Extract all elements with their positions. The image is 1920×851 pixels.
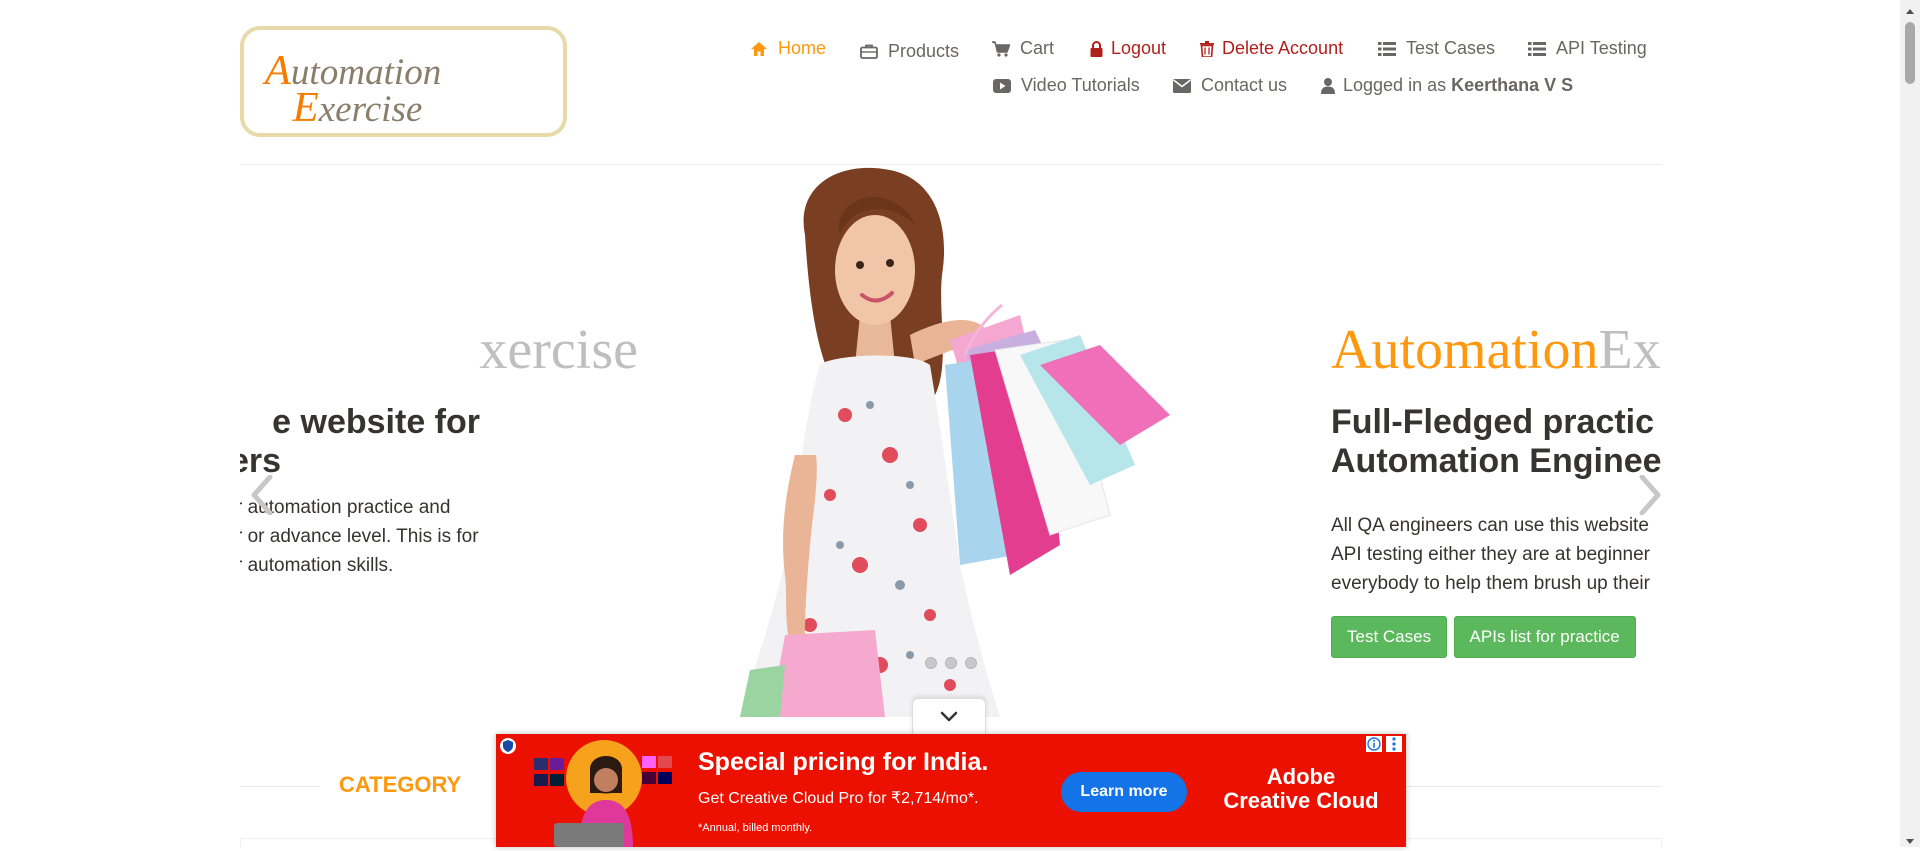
nav-cart[interactable]: Cart (992, 38, 1054, 59)
scrollbar-thumb[interactable] (1905, 22, 1915, 84)
nav-contact-us-label: Contact us (1201, 75, 1288, 95)
category-panel (240, 838, 498, 847)
next-slide-paragraph: All QA engineers can use this website AP… (1331, 511, 1662, 598)
nav-logout-label: Logout (1111, 38, 1167, 58)
ad-learn-more-button[interactable]: Learn more (1061, 772, 1187, 812)
nav-api-testing-label: API Testing (1556, 38, 1647, 58)
envelope-icon (1173, 77, 1191, 95)
test-cases-button[interactable]: Test Cases (1331, 616, 1448, 658)
nav-home[interactable]: Home (750, 38, 826, 59)
hero-woman-image (740, 167, 1170, 717)
next-slide-p-line1: All QA engineers can use this website (1331, 515, 1649, 536)
home-icon (750, 40, 768, 58)
carousel-next-slide: AutomationEx Full-Fledged practic Automa… (1331, 315, 1662, 658)
nav-home-label: Home (778, 38, 827, 58)
apis-list-button[interactable]: APIs list for practice (1453, 616, 1636, 658)
hero-carousel: xercise e website for ers r automation p… (240, 165, 1662, 717)
cart-icon (992, 40, 1010, 58)
nav-logged-in: Logged in as Keerthana V S (1321, 75, 1573, 96)
ad-collapse-button[interactable] (912, 698, 986, 735)
carousel-dot-1[interactable] (925, 657, 937, 669)
briefcase-icon (860, 43, 878, 61)
site-logo[interactable]: Automation Exercise (240, 26, 567, 137)
next-slide-p-line2: API testing either they are at beginner (1331, 544, 1650, 565)
nav-video-tutorials-label: Video Tutorials (1021, 75, 1140, 95)
scroll-up-arrow-icon[interactable] (1905, 4, 1915, 14)
ad-person-image (534, 740, 672, 847)
next-slide-brand-a: Automation (1331, 319, 1599, 381)
nav-products[interactable]: Products (860, 41, 959, 62)
nav-api-testing[interactable]: API Testing (1528, 38, 1647, 59)
nav-delete-account-label: Delete Account (1222, 38, 1344, 58)
scroll-down-arrow-icon[interactable] (1905, 833, 1915, 844)
category-title: CATEGORY (339, 772, 462, 797)
nav-video-tutorials[interactable]: Video Tutorials (993, 75, 1140, 96)
ad-title: Special pricing for India. (698, 748, 989, 776)
carousel-indicators (925, 657, 977, 669)
ad-privacy-icon[interactable] (500, 738, 516, 754)
nav-test-cases[interactable]: Test Cases (1378, 38, 1495, 59)
user-icon (1321, 77, 1335, 95)
nav-test-cases-label: Test Cases (1406, 38, 1496, 58)
carousel-dot-3[interactable] (965, 657, 977, 669)
logo-line1: Automation (262, 47, 442, 94)
ad-info-icon[interactable] (1366, 736, 1382, 752)
nav-cart-label: Cart (1020, 38, 1055, 58)
nav-contact-us[interactable]: Contact us (1173, 75, 1287, 96)
nav-products-label: Products (888, 41, 960, 61)
logged-in-username: Keerthana V S (1451, 75, 1574, 95)
page-scrollbar[interactable] (1900, 0, 1920, 847)
next-slide-heading-line2: Automation Enginee (1331, 442, 1662, 480)
logged-in-prefix: Logged in as (1343, 75, 1447, 95)
ad-note: *Annual, billed monthly. (698, 822, 813, 834)
prev-slide-brand: xercise (240, 315, 638, 385)
carousel-prev-slide: xercise e website for ers (240, 315, 638, 481)
list-icon (1378, 40, 1396, 58)
logo-line2: Exercise (292, 84, 423, 131)
next-slide-brand: AutomationEx (1331, 315, 1662, 385)
next-slide-p-line3: everybody to help them brush up their (1331, 573, 1650, 594)
category-divider-left (240, 786, 320, 787)
lock-icon (1089, 40, 1103, 58)
chevron-down-icon (940, 711, 958, 722)
youtube-play-icon (993, 77, 1011, 95)
logo-graphic: Automation Exercise (262, 47, 442, 131)
carousel-dot-2[interactable] (945, 657, 957, 669)
nav-delete-account[interactable]: Delete Account (1200, 38, 1343, 59)
next-slide-heading: Full-Fledged practic Automation Enginee (1331, 403, 1662, 481)
chevron-left-icon (251, 475, 273, 515)
carousel-prev-button[interactable] (242, 465, 282, 525)
ad-brand-line2: Creative Cloud (1223, 788, 1379, 813)
category-divider-right (1404, 786, 1662, 787)
ad-more-options-icon[interactable] (1386, 736, 1402, 752)
ad-banner[interactable]: Special pricing for India. Get Creative … (496, 734, 1406, 847)
next-slide-buttons: Test Cases APIs list for practice (1331, 616, 1662, 658)
prev-slide-p-line2: r or advance level. This is for (240, 526, 479, 547)
content-panel (1404, 838, 1662, 847)
next-slide-brand-b: Ex (1598, 319, 1661, 381)
trash-icon (1200, 40, 1214, 58)
prev-slide-heading-line1: e website for (272, 403, 480, 441)
next-slide-heading-line1: Full-Fledged practic (1331, 403, 1655, 441)
prev-slide-p-line3: r automation skills. (240, 555, 394, 576)
list-icon (1528, 40, 1546, 58)
nav-logout[interactable]: Logout (1089, 38, 1166, 59)
ad-brand-line1: Adobe (1266, 764, 1336, 789)
ad-subtitle: Get Creative Cloud Pro for ₹2,714/mo*. (698, 790, 979, 807)
